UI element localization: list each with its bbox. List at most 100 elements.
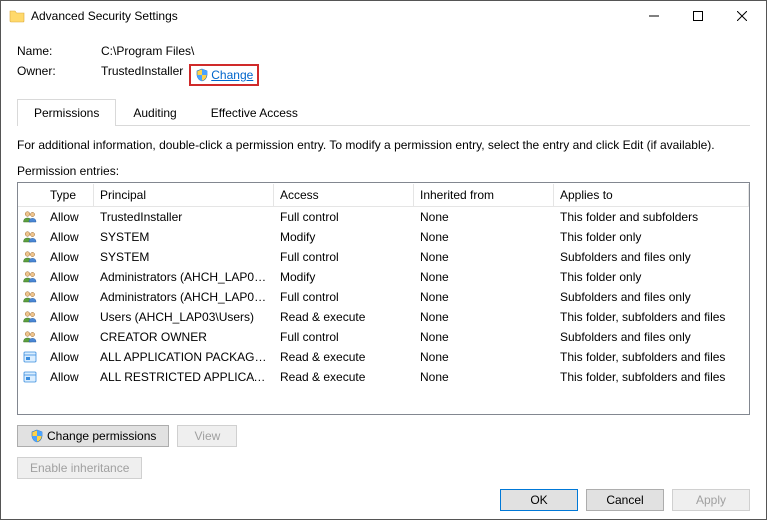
principal-icon: [18, 249, 44, 265]
ok-button[interactable]: OK: [500, 489, 578, 511]
cell-principal: TrustedInstaller: [94, 209, 274, 225]
cell-access: Full control: [274, 289, 414, 305]
cell-inherited: None: [414, 269, 554, 285]
change-owner-link[interactable]: Change: [189, 64, 259, 86]
principal-icon: [18, 209, 44, 225]
cell-applies: This folder only: [554, 229, 749, 245]
tab-effective-access[interactable]: Effective Access: [194, 99, 315, 126]
change-owner-label: Change: [211, 68, 253, 82]
col-applies[interactable]: Applies to: [554, 184, 749, 206]
folder-icon: [9, 8, 25, 24]
col-principal[interactable]: Principal: [94, 184, 274, 206]
permissions-table: Type Principal Access Inherited from App…: [17, 182, 750, 415]
table-header: Type Principal Access Inherited from App…: [18, 183, 749, 207]
cell-type: Allow: [44, 289, 94, 305]
cell-principal: Administrators (AHCH_LAP03...: [94, 269, 274, 285]
info-text: For additional information, double-click…: [17, 138, 750, 152]
cell-applies: This folder only: [554, 269, 749, 285]
owner-value: TrustedInstaller: [101, 64, 183, 86]
table-row[interactable]: AllowSYSTEMModifyNoneThis folder only: [18, 227, 749, 247]
cell-access: Read & execute: [274, 369, 414, 385]
cell-type: Allow: [44, 209, 94, 225]
close-button[interactable]: [720, 1, 764, 31]
tab-permissions[interactable]: Permissions: [17, 99, 116, 126]
shield-icon: [195, 68, 209, 82]
view-button: View: [177, 425, 237, 447]
cell-inherited: None: [414, 369, 554, 385]
cell-inherited: None: [414, 229, 554, 245]
cell-inherited: None: [414, 329, 554, 345]
window-title: Advanced Security Settings: [31, 9, 632, 23]
entries-label: Permission entries:: [17, 164, 750, 178]
owner-label: Owner:: [17, 64, 101, 86]
cell-applies: This folder, subfolders and files: [554, 309, 749, 325]
cell-access: Full control: [274, 249, 414, 265]
table-row[interactable]: AllowSYSTEMFull controlNoneSubfolders an…: [18, 247, 749, 267]
table-row[interactable]: AllowUsers (AHCH_LAP03\Users)Read & exec…: [18, 307, 749, 327]
change-permissions-button[interactable]: Change permissions: [17, 425, 169, 447]
table-row[interactable]: AllowALL APPLICATION PACKAGESRead & exec…: [18, 347, 749, 367]
principal-icon: [18, 369, 44, 385]
cell-applies: Subfolders and files only: [554, 329, 749, 345]
titlebar: Advanced Security Settings: [1, 1, 766, 31]
apply-button: Apply: [672, 489, 750, 511]
minimize-button[interactable]: [632, 1, 676, 31]
principal-icon: [18, 349, 44, 365]
table-row[interactable]: AllowCREATOR OWNERFull controlNoneSubfol…: [18, 327, 749, 347]
cell-access: Modify: [274, 229, 414, 245]
cell-principal: SYSTEM: [94, 229, 274, 245]
cell-principal: Users (AHCH_LAP03\Users): [94, 309, 274, 325]
principal-icon: [18, 229, 44, 245]
cell-applies: Subfolders and files only: [554, 289, 749, 305]
name-label: Name:: [17, 44, 101, 58]
cell-principal: SYSTEM: [94, 249, 274, 265]
cell-access: Modify: [274, 269, 414, 285]
cell-type: Allow: [44, 329, 94, 345]
cell-applies: This folder, subfolders and files: [554, 369, 749, 385]
principal-icon: [18, 269, 44, 285]
cell-inherited: None: [414, 209, 554, 225]
table-row[interactable]: AllowAdministrators (AHCH_LAP03...Modify…: [18, 267, 749, 287]
cell-access: Read & execute: [274, 309, 414, 325]
col-access[interactable]: Access: [274, 184, 414, 206]
cell-principal: ALL APPLICATION PACKAGES: [94, 349, 274, 365]
principal-icon: [18, 289, 44, 305]
principal-icon: [18, 329, 44, 345]
table-row[interactable]: AllowTrustedInstallerFull controlNoneThi…: [18, 207, 749, 227]
maximize-button[interactable]: [676, 1, 720, 31]
cell-type: Allow: [44, 309, 94, 325]
cell-inherited: None: [414, 349, 554, 365]
cell-inherited: None: [414, 289, 554, 305]
col-inherited[interactable]: Inherited from: [414, 184, 554, 206]
cell-principal: ALL RESTRICTED APPLICATIO...: [94, 369, 274, 385]
cell-principal: CREATOR OWNER: [94, 329, 274, 345]
cell-type: Allow: [44, 249, 94, 265]
table-row[interactable]: AllowAdministrators (AHCH_LAP03...Full c…: [18, 287, 749, 307]
cell-type: Allow: [44, 269, 94, 285]
cell-access: Full control: [274, 209, 414, 225]
cell-principal: Administrators (AHCH_LAP03...: [94, 289, 274, 305]
cancel-button[interactable]: Cancel: [586, 489, 664, 511]
cell-type: Allow: [44, 229, 94, 245]
cell-applies: This folder, subfolders and files: [554, 349, 749, 365]
cell-access: Read & execute: [274, 349, 414, 365]
name-value: C:\Program Files\: [101, 44, 194, 58]
dialog-buttons: OK Cancel Apply: [17, 479, 750, 511]
permissions-panel: For additional information, double-click…: [17, 126, 750, 479]
window-buttons: [632, 1, 764, 31]
table-row[interactable]: AllowALL RESTRICTED APPLICATIO...Read & …: [18, 367, 749, 387]
shield-icon: [30, 429, 44, 443]
cell-inherited: None: [414, 309, 554, 325]
cell-inherited: None: [414, 249, 554, 265]
tab-auditing[interactable]: Auditing: [116, 99, 193, 126]
meta-section: Name: C:\Program Files\ Owner: TrustedIn…: [17, 41, 750, 89]
principal-icon: [18, 309, 44, 325]
enable-inheritance-button: Enable inheritance: [17, 457, 142, 479]
cell-access: Full control: [274, 329, 414, 345]
cell-type: Allow: [44, 349, 94, 365]
cell-applies: This folder and subfolders: [554, 209, 749, 225]
change-permissions-label: Change permissions: [47, 429, 156, 443]
cell-type: Allow: [44, 369, 94, 385]
col-type[interactable]: Type: [44, 184, 94, 206]
tabs: Permissions Auditing Effective Access: [17, 99, 750, 126]
